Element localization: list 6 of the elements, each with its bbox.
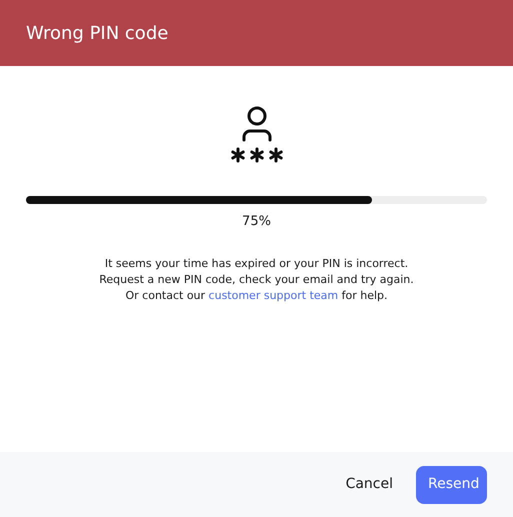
resend-button[interactable]: Resend <box>416 466 487 504</box>
support-link[interactable]: customer support team <box>208 288 338 302</box>
dialog-title: Wrong PIN code <box>26 22 168 46</box>
progress-percentage: 75% <box>242 213 271 231</box>
cancel-button[interactable]: Cancel <box>334 466 405 504</box>
error-message: It seems your time has expired or your PIN is incorrect. Request a new PIN code, check your email and try again. Or contact our customer support team for help. <box>98 256 415 304</box>
